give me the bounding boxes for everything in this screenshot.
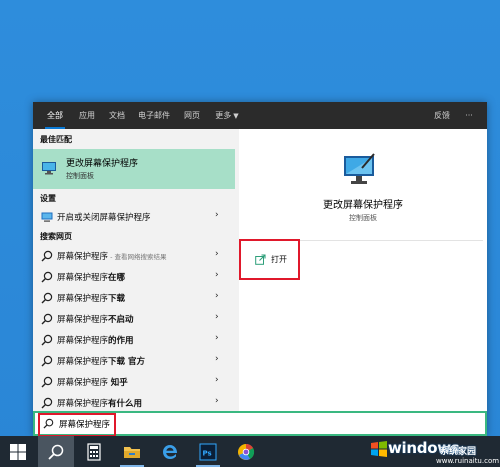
search-icon bbox=[41, 271, 53, 283]
watermark: windows 系统家园 www.ruinaitu.com bbox=[368, 436, 500, 467]
detail-title: 更改屏幕保护程序 bbox=[323, 200, 403, 211]
web-result-label: 屏幕保护程序有什么用 bbox=[57, 399, 143, 409]
more-options-button[interactable]: ··· bbox=[459, 102, 479, 129]
web-result[interactable]: 屏幕保护程序不启动 › bbox=[33, 309, 235, 329]
settings-result-label: 开启或关闭屏幕保护程序 bbox=[57, 213, 151, 223]
watermark-url: www.ruinaitu.com bbox=[436, 457, 500, 465]
web-result-label: 屏幕保护程序在哪 bbox=[57, 273, 126, 283]
tab-web[interactable]: 网页 bbox=[178, 102, 206, 129]
search-icon bbox=[41, 397, 53, 409]
web-result[interactable]: 屏幕保护程序下载 › bbox=[33, 288, 235, 308]
web-result-label: 屏幕保护程序 - 查看网络搜索结果 bbox=[57, 252, 167, 262]
web-result[interactable]: 屏幕保护程序有什么用 › bbox=[33, 393, 235, 413]
tab-more[interactable]: 更多 ▼ bbox=[209, 102, 245, 129]
svg-text:Ps: Ps bbox=[203, 450, 212, 458]
section-heading-settings: 设置 bbox=[40, 194, 56, 203]
calculator-app[interactable] bbox=[76, 436, 112, 467]
web-result[interactable]: 屏幕保护程序下载 官方 › bbox=[33, 351, 235, 371]
start-button[interactable] bbox=[0, 436, 36, 467]
colorful-app-icon bbox=[238, 443, 255, 460]
settings-result[interactable]: 开启或关闭屏幕保护程序 › bbox=[33, 207, 235, 227]
chevron-right-icon[interactable]: › bbox=[215, 312, 219, 322]
taskbar-search-button[interactable] bbox=[38, 436, 74, 467]
section-heading-web: 搜索网页 bbox=[40, 232, 72, 241]
detail-subtitle: 控制面板 bbox=[349, 214, 377, 222]
best-match-result[interactable]: 更改屏幕保护程序 控制面板 bbox=[33, 149, 235, 189]
search-icon bbox=[41, 355, 53, 367]
tab-apps[interactable]: 应用 bbox=[73, 102, 101, 129]
chevron-right-icon[interactable]: › bbox=[215, 396, 219, 406]
web-result[interactable]: 屏幕保护程序 - 查看网络搜索结果 › bbox=[33, 246, 235, 266]
best-match-subtitle: 控制面板 bbox=[66, 172, 94, 180]
search-icon bbox=[48, 444, 64, 460]
folder-icon bbox=[124, 447, 140, 458]
tab-all[interactable]: 全部 bbox=[41, 102, 69, 129]
chrome-app[interactable] bbox=[228, 436, 264, 467]
best-match-title: 更改屏幕保护程序 bbox=[66, 159, 139, 169]
chevron-right-icon[interactable]: › bbox=[215, 375, 219, 385]
calculator-icon bbox=[87, 443, 101, 461]
web-result-label: 屏幕保护程序下载 官方 bbox=[57, 357, 145, 367]
web-result-label: 屏幕保护程序的作用 bbox=[57, 336, 134, 346]
web-result-label: 屏幕保护程序不启动 bbox=[57, 315, 134, 325]
photoshop-app[interactable]: Ps bbox=[190, 436, 226, 467]
edge-app[interactable] bbox=[152, 436, 188, 467]
chevron-right-icon[interactable]: › bbox=[215, 270, 219, 280]
filter-tabs: 全部 应用 文档 电子邮件 网页 更多 ▼ 反馈 ··· bbox=[33, 102, 487, 129]
chevron-right-icon[interactable]: › bbox=[215, 249, 219, 259]
web-result[interactable]: 屏幕保护程序 知乎 › bbox=[33, 372, 235, 392]
monitor-icon bbox=[42, 162, 56, 175]
search-icon bbox=[41, 292, 53, 304]
web-result-label: 屏幕保护程序下载 bbox=[57, 294, 126, 304]
tab-email[interactable]: 电子邮件 bbox=[134, 102, 174, 129]
web-result[interactable]: 屏幕保护程序的作用 › bbox=[33, 330, 235, 350]
chevron-right-icon[interactable]: › bbox=[215, 210, 219, 220]
web-result-label: 屏幕保护程序 知乎 bbox=[57, 378, 128, 388]
highlight-box bbox=[239, 239, 300, 280]
edge-icon bbox=[163, 445, 178, 459]
chevron-down-icon: ▼ bbox=[233, 112, 239, 120]
search-icon bbox=[41, 313, 53, 325]
feedback-button[interactable]: 反馈 bbox=[429, 102, 455, 129]
chevron-right-icon[interactable]: › bbox=[215, 291, 219, 301]
settings-monitor-icon bbox=[41, 212, 53, 222]
file-explorer-app[interactable] bbox=[114, 436, 150, 467]
highlight-box bbox=[38, 413, 116, 437]
windows-logo-icon bbox=[10, 444, 26, 460]
watermark-suffix: 系统家园 bbox=[440, 447, 477, 457]
monitor-icon bbox=[344, 153, 375, 184]
search-icon bbox=[41, 376, 53, 388]
search-icon bbox=[41, 334, 53, 346]
web-result[interactable]: 屏幕保护程序在哪 › bbox=[33, 267, 235, 287]
chevron-right-icon[interactable]: › bbox=[215, 333, 219, 343]
tab-documents[interactable]: 文档 bbox=[103, 102, 131, 129]
watermark-logo-icon bbox=[371, 441, 387, 457]
section-heading-best-match: 最佳匹配 bbox=[40, 135, 72, 144]
photoshop-icon: Ps bbox=[199, 443, 217, 461]
chevron-right-icon[interactable]: › bbox=[215, 354, 219, 364]
search-icon bbox=[41, 250, 53, 262]
results-list: 最佳匹配 更改屏幕保护程序 控制面板 设置 开启或关闭屏幕保护程序 › 搜索网页 bbox=[33, 129, 235, 411]
